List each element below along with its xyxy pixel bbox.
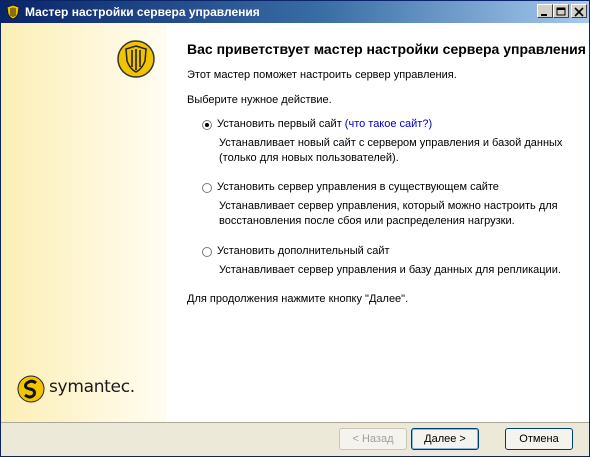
wizard-content: Вас приветствует мастер настройки сервер… [167, 23, 589, 422]
intro-text: Этот мастер поможет настроить сервер упр… [187, 69, 457, 81]
footer-hint: Для продолжения нажмите кнопку "Далее". [187, 293, 409, 305]
radio-existing-site[interactable] [202, 183, 212, 193]
symantec-logo-text: symantec. [49, 377, 135, 397]
wizard-window: Мастер настройки сервера управления syma… [0, 0, 590, 457]
option-existing-site-desc-line-2: восстановления после сбоя или распределе… [219, 215, 515, 227]
radio-first-site[interactable] [202, 120, 212, 130]
option-additional-site-label[interactable]: Установить дополнительный сайт [217, 244, 390, 259]
back-button[interactable]: < Назад [339, 428, 407, 450]
option-label: Установить первый сайт [217, 118, 342, 130]
option-first-site-desc-line-2: (только для новых пользователей). [219, 152, 399, 164]
option-first-site-label[interactable]: Установить первый сайт (что такое сайт?) [217, 117, 432, 132]
page-title: Вас приветствует мастер настройки сервер… [187, 41, 586, 57]
symantec-shield-icon [116, 39, 156, 79]
cancel-button[interactable]: Отмена [505, 428, 573, 450]
option-existing-site-label[interactable]: Установить сервер управления в существую… [217, 180, 499, 195]
radio-additional-site[interactable] [202, 247, 212, 257]
what-is-site-link[interactable]: (что такое сайт?) [345, 118, 432, 130]
minimize-icon[interactable] [537, 4, 553, 18]
option-additional-site-desc-line-1: Устанавливает сервер управления и базу д… [219, 264, 561, 276]
option-existing-site-desc-line-1: Устанавливает сервер управления, который… [219, 200, 558, 212]
option-first-site-desc-line-1: Устанавливает новый сайт с сервером упра… [219, 137, 563, 149]
symantec-logo-icon [17, 375, 45, 403]
button-bar: < Назад Далее > Отмена [1, 422, 589, 456]
next-button[interactable]: Далее > [411, 428, 479, 450]
maximize-icon[interactable] [553, 4, 569, 18]
close-icon[interactable] [571, 4, 587, 18]
window-title: Мастер настройки сервера управления [25, 5, 260, 19]
symantec-logo: symantec. [17, 373, 135, 403]
title-bar[interactable]: Мастер настройки сервера управления [1, 1, 589, 23]
wizard-sidebar: symantec. [1, 23, 167, 422]
prompt-text: Выберите нужное действие. [187, 94, 332, 106]
symantec-shield-icon [5, 4, 21, 20]
